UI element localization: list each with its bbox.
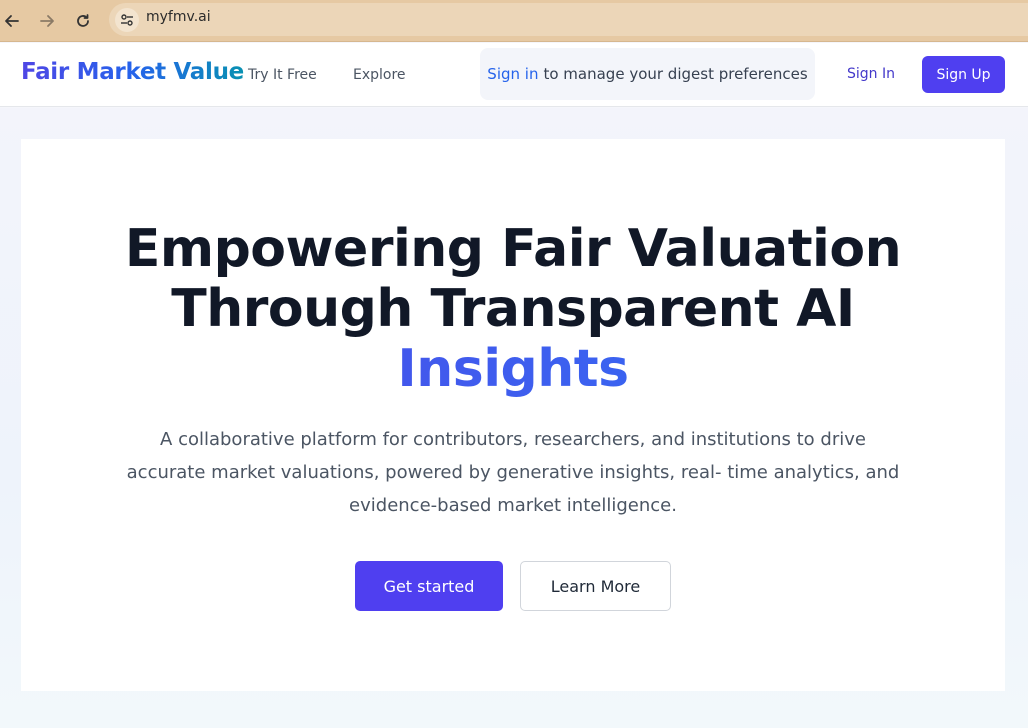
- url-text[interactable]: myfmv.ai: [146, 9, 211, 25]
- sign-in-link[interactable]: Sign In: [847, 66, 895, 82]
- brand-logo[interactable]: Fair Market Value: [21, 59, 244, 85]
- site-settings-icon[interactable]: [115, 8, 139, 32]
- digest-sign-in-link[interactable]: Sign in: [487, 65, 538, 83]
- hero-title-line-1: Empowering Fair Valuation: [124, 219, 902, 279]
- nav-try-it-free[interactable]: Try It Free: [248, 67, 317, 83]
- address-bar[interactable]: [109, 3, 1028, 36]
- forward-arrow-icon[interactable]: [35, 9, 59, 33]
- hero-title: Empowering Fair Valuation Through Transp…: [21, 219, 1005, 399]
- digest-banner: Sign in to manage your digest preference…: [480, 48, 815, 100]
- browser-toolbar: myfmv.ai: [0, 0, 1028, 42]
- reload-icon[interactable]: [71, 9, 95, 33]
- digest-text: to manage your digest preferences: [543, 65, 808, 83]
- site-header: Fair Market Value Try It Free Explore Si…: [0, 43, 1028, 107]
- back-arrow-icon[interactable]: [0, 9, 24, 33]
- sign-up-button[interactable]: Sign Up: [922, 56, 1005, 93]
- learn-more-button[interactable]: Learn More: [520, 561, 671, 611]
- nav-explore[interactable]: Explore: [353, 67, 406, 83]
- hero-title-line-2: Through Transparent AI: [171, 279, 855, 339]
- hero-subtitle: A collaborative platform for contributor…: [126, 429, 900, 516]
- get-started-button[interactable]: Get started: [355, 561, 503, 611]
- hero-title-accent: Insights: [21, 339, 1005, 399]
- hero-section: Empowering Fair Valuation Through Transp…: [21, 139, 1005, 691]
